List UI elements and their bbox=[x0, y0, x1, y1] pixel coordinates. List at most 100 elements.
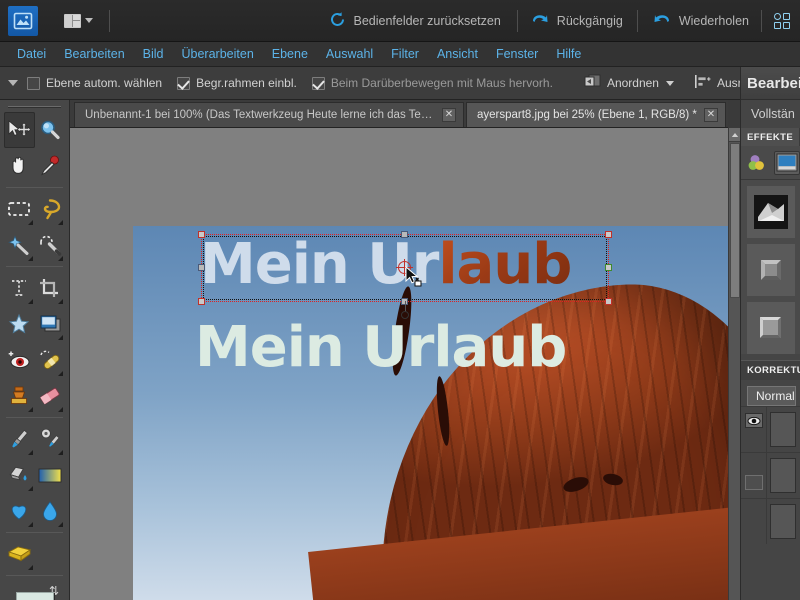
menu-ebene[interactable]: Ebene bbox=[263, 44, 317, 64]
effect-preview bbox=[754, 311, 788, 345]
tool-submenu-indicator bbox=[58, 220, 63, 225]
paint-bucket-tool[interactable] bbox=[4, 457, 35, 493]
lasso-tool[interactable] bbox=[35, 191, 66, 227]
filters-icon[interactable] bbox=[745, 151, 771, 175]
photoshop-elements-logo[interactable] bbox=[8, 5, 38, 36]
foreground-color-swatch[interactable] bbox=[16, 592, 54, 600]
layer-visibility-toggle[interactable] bbox=[741, 407, 767, 452]
handle-middle-left[interactable] bbox=[198, 264, 205, 271]
grid-apps-icon[interactable] bbox=[774, 12, 790, 29]
transform-reference-point[interactable] bbox=[396, 259, 413, 276]
canvas-vertical-scrollbar[interactable] bbox=[728, 128, 741, 600]
spot-healing-brush-tool[interactable] bbox=[35, 342, 66, 378]
effect-thumbnail-bevel-dark[interactable] bbox=[747, 186, 795, 238]
arrange-button[interactable]: Anordnen bbox=[584, 74, 674, 92]
hand-tool[interactable] bbox=[4, 148, 35, 184]
divider bbox=[109, 9, 110, 32]
tool-submenu-indicator bbox=[27, 486, 33, 491]
menu-bearbeiten[interactable]: Bearbeiten bbox=[55, 44, 133, 64]
handle-top-left[interactable] bbox=[198, 231, 205, 238]
reset-panels-button[interactable]: Bedienfelder zurücksetzen bbox=[329, 11, 501, 31]
layout-switcher-button[interactable] bbox=[60, 11, 97, 31]
close-icon[interactable]: ✕ bbox=[442, 108, 456, 122]
menu-fenster[interactable]: Fenster bbox=[487, 44, 547, 64]
show-bounding-box-checkbox[interactable]: Begr.rahmen einbl. bbox=[177, 76, 297, 90]
menu-bar: Datei Bearbeiten Bild Überarbeiten Ebene… bbox=[0, 42, 800, 67]
panel-mode-label[interactable]: Vollstän bbox=[741, 100, 800, 128]
rectangular-marquee-tool[interactable] bbox=[4, 191, 35, 227]
handle-top-right[interactable] bbox=[605, 231, 612, 238]
layer-row[interactable] bbox=[741, 406, 800, 452]
tab-effekte[interactable]: EFFEKTE bbox=[741, 128, 800, 146]
layer-row[interactable] bbox=[741, 452, 800, 498]
redo-button[interactable]: Wiederholen bbox=[652, 11, 749, 30]
zoom-tool[interactable] bbox=[35, 112, 66, 148]
layer-styles-icon[interactable] bbox=[774, 150, 800, 175]
sponge-tool[interactable] bbox=[4, 536, 35, 572]
layer-thumbnail[interactable] bbox=[770, 504, 796, 539]
align-icon bbox=[694, 74, 712, 92]
tool-submenu-indicator bbox=[27, 407, 33, 412]
chevron-down-icon[interactable] bbox=[8, 80, 18, 86]
layout-switcher-icon bbox=[64, 13, 81, 28]
effects-thumbnail-list bbox=[741, 180, 800, 354]
layer-row[interactable] bbox=[741, 498, 800, 544]
scrollbar-thumb[interactable] bbox=[730, 143, 740, 298]
cookie-cutter-tool[interactable] bbox=[4, 306, 35, 342]
brush-tool[interactable] bbox=[4, 421, 35, 457]
shape-tool[interactable] bbox=[4, 493, 35, 529]
auto-select-layer-checkbox[interactable]: Ebene autom. wählen bbox=[27, 76, 162, 90]
effect-thumbnail-simple-emboss[interactable] bbox=[747, 302, 795, 354]
type-tool[interactable] bbox=[4, 270, 35, 306]
magic-wand-tool[interactable] bbox=[4, 227, 35, 263]
blend-mode-select[interactable]: Normal bbox=[747, 386, 796, 406]
tool-submenu-indicator bbox=[58, 522, 63, 527]
layer-thumbnail[interactable] bbox=[770, 458, 796, 493]
menu-filter[interactable]: Filter bbox=[382, 44, 428, 64]
canvas-area[interactable]: Mein Urlaub Mein Urlaub bbox=[70, 128, 728, 600]
red-eye-tool[interactable] bbox=[4, 342, 35, 378]
quick-selection-tool[interactable] bbox=[35, 227, 66, 263]
handle-top-center[interactable] bbox=[401, 231, 408, 238]
eyedropper-tool[interactable] bbox=[35, 148, 66, 184]
layer-visibility-toggle[interactable] bbox=[741, 453, 767, 498]
handle-bottom-left[interactable] bbox=[198, 298, 205, 305]
menu-ansicht[interactable]: Ansicht bbox=[428, 44, 487, 64]
highlight-on-hover-checkbox[interactable]: Beim Darüberbewegen mit Maus hervorh. bbox=[311, 76, 553, 90]
recompose-tool[interactable] bbox=[35, 306, 66, 342]
tool-submenu-indicator bbox=[58, 450, 63, 455]
effect-thumbnail-simple-inner[interactable] bbox=[747, 244, 795, 296]
document-tab-unbenannt[interactable]: Unbenannt-1 bei 100% (Das Textwerkzeug H… bbox=[74, 102, 464, 127]
menu-hilfe[interactable]: Hilfe bbox=[547, 44, 590, 64]
gradient-tool[interactable] bbox=[35, 457, 66, 493]
menu-datei[interactable]: Datei bbox=[8, 44, 55, 64]
document-tab-ayerspart8[interactable]: ayerspart8.jpg bei 25% (Ebene 1, RGB/8) … bbox=[466, 102, 726, 127]
transform-bounding-box[interactable] bbox=[198, 231, 612, 319]
chevron-down-icon bbox=[85, 18, 93, 23]
layer-thumbnail[interactable] bbox=[770, 412, 796, 447]
image-canvas[interactable]: Mein Urlaub Mein Urlaub bbox=[133, 226, 728, 600]
highlight-on-hover-label: Beim Darüberbewegen mit Maus hervorh. bbox=[330, 76, 553, 90]
layer-visibility-toggle[interactable] bbox=[741, 499, 767, 544]
eraser-tool[interactable] bbox=[35, 378, 66, 414]
handle-bottom-right[interactable] bbox=[605, 298, 612, 305]
undo-button[interactable]: Rückgängig bbox=[530, 11, 623, 30]
text-layer-solid[interactable]: Mein Urlaub bbox=[195, 315, 567, 380]
tool-group-sponge bbox=[0, 536, 69, 572]
crop-tool[interactable] bbox=[35, 270, 66, 306]
palette-grip[interactable] bbox=[8, 106, 61, 108]
menu-bild[interactable]: Bild bbox=[134, 44, 173, 64]
menu-ueberarbeiten[interactable]: Überarbeiten bbox=[173, 44, 263, 64]
smart-brush-tool[interactable] bbox=[35, 421, 66, 457]
tool-group-selection bbox=[0, 191, 69, 263]
close-icon[interactable]: ✕ bbox=[703, 108, 718, 122]
handle-middle-right[interactable] bbox=[605, 264, 612, 271]
effect-preview bbox=[754, 195, 788, 229]
rotate-handle[interactable] bbox=[401, 311, 409, 319]
clone-stamp-tool[interactable] bbox=[4, 378, 35, 414]
blur-tool[interactable] bbox=[35, 493, 66, 529]
tool-submenu-indicator bbox=[27, 450, 33, 455]
corrections-section-header[interactable]: KORREKTU bbox=[741, 360, 800, 380]
menu-auswahl[interactable]: Auswahl bbox=[317, 44, 382, 64]
move-tool[interactable] bbox=[4, 112, 35, 148]
